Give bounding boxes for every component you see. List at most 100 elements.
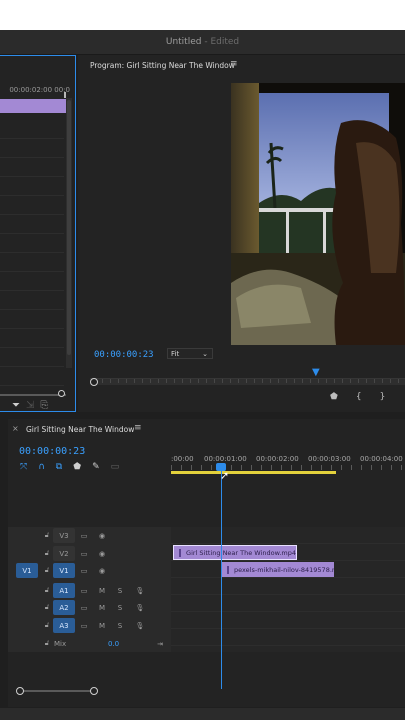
marker-icon[interactable]: ⬟ (330, 392, 338, 406)
track-row-v1: V1 🔓︎ V1 ▭ ◉ (8, 562, 171, 579)
video-preview (231, 83, 405, 345)
program-zoom-handle[interactable] (90, 378, 98, 386)
track-name[interactable]: V3 (53, 528, 75, 543)
timeline-zoom-handle-right[interactable] (90, 687, 98, 695)
marker-icon[interactable]: ⬟ (73, 462, 81, 474)
source-zoom-handle[interactable] (58, 390, 65, 397)
track-name[interactable]: A1 (53, 583, 75, 598)
film-icon[interactable]: ▭ (78, 617, 90, 634)
track-row-a3: 🔓︎ A3 ▭ M S 🎙︎ (8, 617, 171, 634)
linked-icon[interactable]: ⧉ (56, 462, 62, 474)
track-row-a2: 🔓︎ A2 ▭ M S 🎙︎ (8, 599, 171, 616)
ruler-label: :00:00 (171, 455, 194, 463)
wrench-icon[interactable]: ✎ (92, 462, 100, 474)
captions-icon[interactable]: ▭ (111, 462, 120, 474)
program-controls: ⬟ { } (330, 392, 405, 406)
lock-icon[interactable]: 🔓︎ (42, 562, 52, 579)
fx-icon (227, 565, 229, 574)
ruler-label: 00:00:03:00 (308, 455, 351, 463)
solo-button[interactable]: S (114, 599, 126, 616)
mute-button[interactable]: M (96, 617, 108, 634)
filter-icon[interactable]: ⏷ (12, 400, 20, 412)
ruler-label: 00:00:02:00 (256, 455, 299, 463)
hamburger-icon[interactable]: ≡ (134, 423, 142, 433)
source-vscroll-thumb[interactable] (67, 100, 71, 355)
track-name[interactable]: A3 (53, 618, 75, 633)
source-hscroll[interactable] (0, 394, 66, 396)
film-icon[interactable]: ▭ (78, 599, 90, 616)
timeline-toolbar: ⤧ ∩ ⧉ ⬟ ✎ ▭ (20, 462, 155, 474)
program-title: Program: Girl Sitting Near The Window (90, 61, 235, 70)
track-headers: 🔓︎ V3 ▭ ◉ 🔓︎ V2 ▭ ◉ V1 🔓︎ V1 ▭ ◉ 🔓︎ A1 ▭… (8, 527, 171, 652)
timeline-zoom-handle-left[interactable] (16, 687, 24, 695)
snap-icon[interactable]: ∩ (38, 462, 45, 474)
lock-icon[interactable]: 🔓︎ (42, 617, 52, 634)
mix-value[interactable]: 0.0 (108, 635, 119, 652)
lock-icon[interactable]: 🔓︎ (42, 527, 52, 544)
solo-button[interactable]: S (114, 582, 126, 599)
export-frame-icon[interactable]: ⎘ (40, 400, 48, 412)
ruler-ticks (171, 465, 405, 470)
timeline-timecode[interactable]: 00:00:00:23 (19, 446, 85, 457)
zoom-value: Fit (171, 349, 180, 358)
ruler-label: 00:00:01:00 (204, 455, 247, 463)
zoom-select[interactable]: Fit ⌄ (167, 348, 213, 359)
eye-icon[interactable]: ◉ (96, 545, 108, 562)
source-rows (0, 120, 64, 390)
ripple-icon[interactable]: ⤧ (20, 462, 27, 474)
lock-icon[interactable]: 🔓︎ (42, 599, 52, 616)
timeline-hscroll[interactable] (20, 690, 94, 692)
track-row-v2: 🔓︎ V2 ▭ ◉ (8, 545, 171, 562)
project-name: Untitled (165, 37, 202, 47)
hamburger-icon[interactable]: ≡ (230, 59, 238, 69)
sequence-title[interactable]: Girl Sitting Near The Window (26, 425, 134, 434)
edit-status: - Edited (204, 37, 240, 47)
source-patch[interactable]: V1 (16, 563, 38, 578)
mark-out-icon[interactable]: } (380, 392, 386, 406)
microphone-icon[interactable]: 🎙︎ (134, 582, 146, 599)
close-icon[interactable]: × (12, 424, 19, 433)
mark-in-icon[interactable]: { (356, 392, 362, 406)
clip-name: Girl Sitting Near The Window.mp4 (186, 548, 296, 557)
go-to-end-icon[interactable]: ⇥ (154, 635, 166, 652)
clip-v1[interactable]: pexels-mikhail-nilov-8419578.m (222, 562, 334, 577)
track-name[interactable]: V1 (53, 563, 75, 578)
microphone-icon[interactable]: 🎙︎ (134, 599, 146, 616)
microphone-icon[interactable]: 🎙︎ (134, 617, 146, 634)
lock-icon[interactable]: 🔓︎ (42, 545, 52, 562)
work-area-bar[interactable] (171, 471, 336, 474)
track-name[interactable]: V2 (53, 546, 75, 561)
track-row-mix: 🔓︎ Mix 0.0 ⇥ (8, 635, 171, 652)
track-row-v3: 🔓︎ V3 ▭ ◉ (8, 527, 171, 544)
program-timecode[interactable]: 00:00:00:23 (94, 350, 154, 360)
lock-icon[interactable]: 🔓︎ (42, 582, 52, 599)
film-icon[interactable]: ▭ (78, 527, 90, 544)
track-name[interactable]: A2 (53, 600, 75, 615)
document-title: Untitled - Edited (0, 37, 405, 47)
program-scrubber-ticks (94, 379, 405, 383)
eye-icon[interactable]: ◉ (96, 562, 108, 579)
clip-v2[interactable]: Girl Sitting Near The Window.mp4 (173, 545, 297, 560)
timeline-playhead-line[interactable] (221, 467, 222, 689)
solo-button[interactable]: S (114, 617, 126, 634)
source-toolbar: ⏷ ⇲ ⎘ (12, 400, 72, 412)
clip-name: pexels-mikhail-nilov-8419578.m (234, 565, 334, 574)
program-playhead[interactable]: ▼ (312, 367, 322, 378)
status-bar (0, 708, 405, 720)
chevron-down-icon: ⌄ (202, 349, 208, 358)
cursor-icon: ➚ (220, 469, 230, 482)
mute-button[interactable]: M (96, 599, 108, 616)
eye-icon[interactable]: ◉ (96, 527, 108, 544)
mute-button[interactable]: M (96, 582, 108, 599)
ruler-label: 00:00:04:00 (360, 455, 403, 463)
source-clip[interactable] (0, 99, 66, 113)
overwrite-icon[interactable]: ⇲ (26, 400, 34, 412)
title-bar (0, 0, 405, 30)
track-row-a1: 🔓︎ A1 ▭ M S 🎙︎ (8, 582, 171, 599)
fx-icon (179, 548, 182, 557)
film-icon[interactable]: ▭ (78, 562, 90, 579)
lock-icon[interactable]: 🔓︎ (42, 635, 52, 652)
mix-label: Mix (54, 639, 67, 648)
film-icon[interactable]: ▭ (78, 582, 90, 599)
film-icon[interactable]: ▭ (78, 545, 90, 562)
